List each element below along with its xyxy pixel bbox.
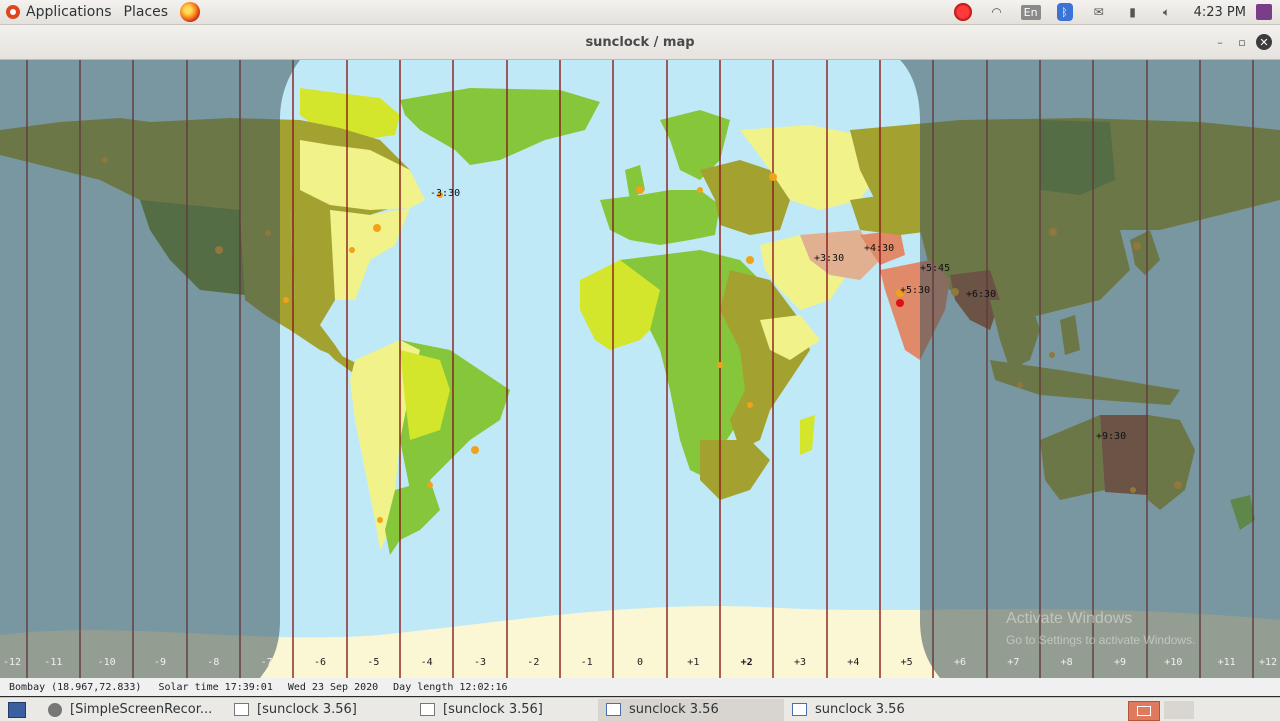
timezone-label: +3 bbox=[793, 657, 807, 668]
timezone-label: -10 bbox=[97, 657, 116, 668]
taskbar-item[interactable]: [SimpleScreenRecor... bbox=[40, 699, 226, 721]
taskbar-item-label: sunclock 3.56 bbox=[629, 702, 719, 717]
top-panel: Applications Places ◠ En ᛒ ✉ ▮ 🔈︎ 4:23 P… bbox=[0, 0, 1280, 25]
workspace-2-button[interactable] bbox=[1164, 701, 1194, 719]
timezone-label: -1 bbox=[580, 657, 593, 668]
timezone-label: -2 bbox=[527, 657, 540, 668]
taskbar-item[interactable]: [sunclock 3.56] bbox=[412, 699, 598, 721]
status-bar: Bombay (18.967,72.833) Solar time 17:39:… bbox=[0, 678, 1280, 696]
taskbar-item-label: [SimpleScreenRecor... bbox=[70, 702, 213, 717]
timezone-label: -8 bbox=[207, 657, 220, 668]
timezone-label: +9 bbox=[1113, 657, 1127, 668]
window-title-bar[interactable]: sunclock / map – ▫ ✕ bbox=[0, 25, 1280, 60]
timezone-label: +10 bbox=[1164, 657, 1183, 668]
maximize-button[interactable]: ▫ bbox=[1234, 34, 1250, 50]
workspace-1-button[interactable] bbox=[1128, 701, 1160, 721]
timezone-label: +1 bbox=[687, 657, 700, 668]
taskbar-item-label: sunclock 3.56 bbox=[815, 702, 905, 717]
status-date: Wed 23 Sep 2020 bbox=[287, 681, 379, 693]
timezone-label: -7 bbox=[260, 657, 273, 668]
minimize-button[interactable]: – bbox=[1212, 34, 1228, 50]
applications-icon bbox=[6, 5, 20, 19]
recorder-tray[interactable] bbox=[946, 0, 980, 24]
offset-label: +9:30 bbox=[1096, 431, 1127, 442]
timezone-label: -3 bbox=[473, 657, 487, 668]
battery-tray[interactable]: ▮ bbox=[1116, 0, 1150, 24]
applications-menu[interactable]: Applications bbox=[0, 0, 118, 24]
screen-recorder-icon bbox=[48, 702, 62, 717]
watermark-title: Activate Windows bbox=[1006, 610, 1133, 627]
window-icon bbox=[420, 703, 435, 716]
timezone-label: +12 bbox=[1258, 657, 1278, 668]
timezone-label: -4 bbox=[420, 657, 433, 668]
offset-label: +3:30 bbox=[814, 253, 845, 264]
taskbar-item[interactable]: [sunclock 3.56] bbox=[226, 699, 412, 721]
timezone-label: -11 bbox=[44, 657, 63, 668]
status-solar-time: Solar time 17:39:01 bbox=[158, 681, 273, 693]
timezone-label: +4 bbox=[847, 657, 860, 668]
taskbar-item[interactable]: sunclock 3.56 bbox=[784, 699, 970, 721]
watermark-subtitle: Go to Settings to activate Windows. bbox=[1006, 633, 1196, 647]
timezone-label: -5 bbox=[367, 657, 380, 668]
window-icon bbox=[792, 703, 807, 716]
places-menu[interactable]: Places bbox=[118, 0, 175, 24]
show-desktop-button[interactable] bbox=[8, 701, 26, 718]
offset-label: -3:30 bbox=[430, 188, 461, 199]
sunclock-map[interactable]: -3:30 +3:30 +4:30 +5:45 +5:30 +6:30 +9:3… bbox=[0, 60, 1280, 678]
firefox-icon bbox=[180, 2, 201, 22]
timezone-label: +6 bbox=[953, 657, 967, 668]
offset-label: +5:30 bbox=[900, 285, 931, 296]
window-icon bbox=[606, 703, 621, 716]
status-location: Bombay (18.967,72.833) bbox=[9, 681, 142, 693]
battery-icon: ▮ bbox=[1129, 5, 1136, 19]
volume-tray[interactable]: 🔈︎ bbox=[1150, 0, 1184, 24]
power-icon[interactable] bbox=[1256, 4, 1272, 20]
timezone-label: +7 bbox=[1007, 657, 1020, 668]
status-day-length: Day length 12:02:16 bbox=[393, 681, 508, 693]
timezone-label: +5 bbox=[900, 657, 913, 668]
wifi-icon: ◠ bbox=[991, 5, 1002, 19]
bluetooth-icon: ᛒ bbox=[1056, 3, 1073, 21]
timezone-label: -6 bbox=[313, 657, 327, 668]
keyboard-layout-indicator: En bbox=[1020, 4, 1041, 20]
offset-label: +6:30 bbox=[966, 289, 997, 300]
taskbar-item-label: [sunclock 3.56] bbox=[443, 702, 543, 717]
timezone-label: -9 bbox=[153, 657, 167, 668]
panel-clock[interactable]: 4:23 PM bbox=[1184, 5, 1256, 20]
bombay-marker bbox=[896, 299, 904, 307]
taskbar-item[interactable]: sunclock 3.56 bbox=[598, 698, 784, 721]
timezone-label: +11 bbox=[1217, 657, 1236, 668]
night-shade-east bbox=[900, 60, 1280, 678]
taskbar: [SimpleScreenRecor... [sunclock 3.56] [s… bbox=[0, 697, 1280, 721]
network-tray[interactable]: ◠ bbox=[980, 0, 1014, 24]
offset-label: +4:30 bbox=[864, 243, 895, 254]
record-icon bbox=[953, 3, 972, 21]
timezone-label: +2 bbox=[740, 657, 753, 668]
offset-label: +5:45 bbox=[920, 263, 951, 274]
window-title: sunclock / map bbox=[585, 34, 695, 50]
bluetooth-tray[interactable]: ᛒ bbox=[1048, 0, 1082, 24]
timezone-label: +8 bbox=[1060, 657, 1073, 668]
world-map bbox=[0, 60, 1280, 678]
keyboard-layout-tray[interactable]: En bbox=[1014, 0, 1048, 24]
night-shade-west bbox=[0, 60, 300, 678]
firefox-launcher[interactable] bbox=[174, 0, 206, 24]
timezone-label: 0 bbox=[636, 657, 644, 668]
timezone-label: -12 bbox=[2, 657, 22, 668]
applications-label: Applications bbox=[26, 4, 112, 20]
volume-icon: 🔈︎ bbox=[1163, 4, 1171, 19]
taskbar-item-label: [sunclock 3.56] bbox=[257, 702, 357, 717]
mail-tray[interactable]: ✉ bbox=[1082, 0, 1116, 24]
places-label: Places bbox=[123, 4, 169, 20]
mail-icon: ✉ bbox=[1093, 5, 1104, 19]
close-button[interactable]: ✕ bbox=[1256, 34, 1272, 50]
window-icon bbox=[234, 703, 249, 716]
